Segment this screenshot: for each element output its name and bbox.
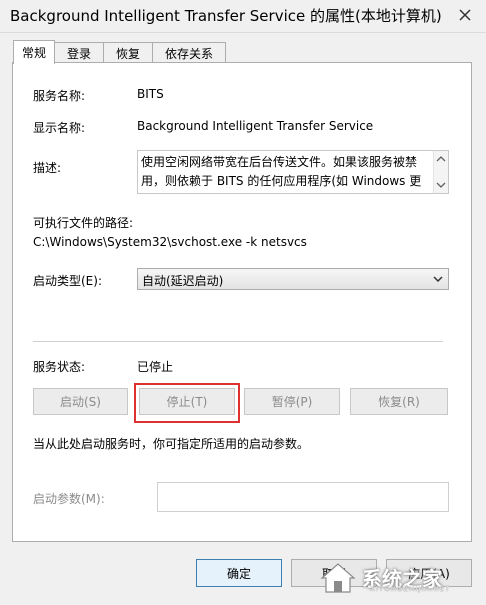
display-name-label: 显示名称: <box>33 121 86 135</box>
service-name-label: 服务名称: <box>33 89 86 103</box>
close-icon <box>459 9 471 21</box>
tab-general[interactable]: 常规 <box>13 40 55 64</box>
service-name-value: BITS <box>137 87 164 101</box>
service-status-value: 已停止 <box>137 360 174 374</box>
window-title: Background Intelligent Transfer Service … <box>10 7 442 25</box>
path-label: 可执行文件的路径: <box>33 216 134 230</box>
close-button[interactable] <box>452 4 478 26</box>
tab-logon[interactable]: 登录 <box>54 42 104 63</box>
pause-button[interactable]: 暂停(P) <box>244 388 340 415</box>
description-box[interactable]: 使用空闲网络带宽在后台传送文件。如果该服务被禁用，则依赖于 BITS 的任何应用… <box>137 150 449 194</box>
tab-dependencies[interactable]: 依存关系 <box>152 42 226 63</box>
title-bar: Background Intelligent Transfer Service … <box>0 0 486 33</box>
start-params-input[interactable] <box>157 482 449 512</box>
chevron-down-icon <box>431 271 445 287</box>
start-params-label: 启动参数(M): <box>33 492 105 506</box>
description-text: 使用空闲网络带宽在后台传送文件。如果该服务被禁用，则依赖于 BITS 的任何应用… <box>141 155 422 188</box>
general-panel: 服务名称: BITS 显示名称: Background Intelligent … <box>12 62 472 542</box>
display-name-value: Background Intelligent Transfer Service <box>137 119 374 133</box>
description-scrollbar[interactable] <box>433 151 448 193</box>
stop-button-highlight <box>134 383 240 423</box>
resume-button[interactable]: 恢复(R) <box>350 388 448 415</box>
start-button[interactable]: 启动(S) <box>33 388 128 415</box>
startup-type-value: 自动(延迟启动) <box>142 274 224 288</box>
description-label: 描述: <box>33 161 62 175</box>
path-value: C:\Windows\System32\svchost.exe -k netsv… <box>33 235 307 249</box>
scroll-down-icon[interactable] <box>434 179 448 191</box>
watermark: 系统之家 XITONGZHIJIA.NET <box>318 555 483 600</box>
startup-type-select[interactable]: 自动(延迟启动) <box>137 268 449 290</box>
service-status-label: 服务状态: <box>33 360 86 374</box>
startup-type-label: 启动类型(E): <box>33 274 102 288</box>
divider <box>33 341 443 342</box>
tab-recovery[interactable]: 恢复 <box>103 42 153 63</box>
watermark-url: XITONGZHIJIA.NET <box>370 585 451 593</box>
startup-hint: 当从此处启动服务时，你可指定所适用的启动参数。 <box>33 437 310 451</box>
ok-button[interactable]: 确定 <box>196 559 282 587</box>
scroll-up-icon[interactable] <box>434 153 448 165</box>
house-logo-icon <box>320 562 356 593</box>
